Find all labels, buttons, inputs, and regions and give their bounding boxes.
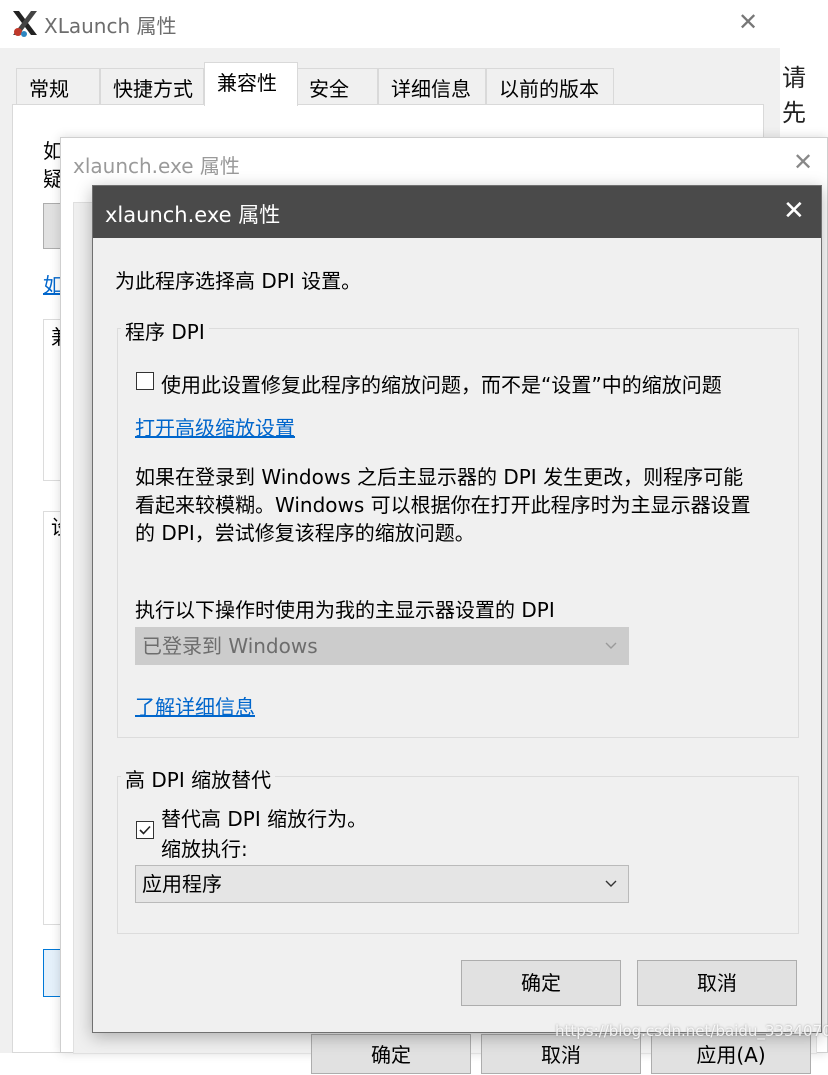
dpi-description-line: 的 DPI，尝试修复该程序的缩放问题。 — [135, 521, 475, 545]
program-dpi-checkbox-label[interactable]: 使用此设置修复此程序的缩放问题，而不是“设置”中的缩放问题 — [161, 369, 722, 398]
dialog-title: xlaunch.exe 属性 — [105, 203, 281, 227]
middle-apply-button[interactable]: 应用(A) — [651, 1034, 811, 1074]
ok-button[interactable]: 确定 — [461, 960, 621, 1006]
watermark: https://blog.csdn.net/baidu_33340703 — [555, 1022, 828, 1040]
bg-titlebar: XLaunch 属性 ✕ — [0, 0, 780, 48]
learn-more-link[interactable]: 了解详细信息 — [135, 691, 255, 720]
scaling-performed-select-value: 应用程序 — [142, 872, 222, 896]
chevron-down-icon — [604, 866, 618, 915]
tab-general[interactable]: 常规 — [16, 68, 100, 104]
tab-compatibility[interactable]: 兼容性 — [204, 62, 298, 106]
dpi-description-line: 看起来较模糊。Windows 可以根据你在打开此程序时为主显示器设置 — [135, 493, 751, 517]
bg-window-title: XLaunch 属性 — [44, 14, 177, 38]
middle-window-title: xlaunch.exe 属性 — [73, 154, 240, 178]
dpi-override-checkbox-label[interactable]: 替代高 DPI 缩放行为。 — [161, 803, 367, 832]
middle-ok-button[interactable]: 确定 — [311, 1034, 471, 1074]
dpi-timing-select-value: 已登录到 Windows — [142, 634, 318, 658]
dialog-intro: 为此程序选择高 DPI 设置。 — [115, 269, 362, 293]
dpi-select-label: 执行以下操作时使用为我的主显示器设置的 DPI — [135, 598, 555, 622]
high-dpi-dialog: xlaunch.exe 属性 ✕ 为此程序选择高 DPI 设置。 程序 DPI … — [92, 185, 822, 1033]
dialog-titlebar: xlaunch.exe 属性 ✕ — [93, 186, 821, 238]
chevron-down-icon — [604, 628, 618, 677]
scaling-performed-select[interactable]: 应用程序 — [135, 865, 629, 903]
tab-details[interactable]: 详细信息 — [378, 68, 486, 104]
right-partial-text: 请先 — [782, 64, 806, 127]
tab-security[interactable]: 安全 — [296, 68, 378, 104]
program-dpi-checkbox[interactable] — [136, 372, 154, 390]
xlaunch-app-icon — [13, 11, 37, 37]
scaling-performed-label: 缩放执行: — [161, 837, 248, 861]
program-dpi-group-label: 程序 DPI — [121, 316, 209, 345]
advanced-scaling-link[interactable]: 打开高级缩放设置 — [135, 412, 295, 441]
tab-shortcut[interactable]: 快捷方式 — [100, 68, 204, 104]
dpi-timing-select: 已登录到 Windows — [135, 627, 629, 665]
cancel-button[interactable]: 取消 — [637, 960, 797, 1006]
checkmark-icon — [139, 825, 151, 835]
dialog-close-icon[interactable]: ✕ — [783, 198, 805, 224]
middle-cancel-button[interactable]: 取消 — [481, 1034, 641, 1074]
tab-previous-versions[interactable]: 以前的版本 — [486, 68, 614, 104]
middle-close-icon[interactable]: ✕ — [793, 150, 813, 174]
dpi-override-group-label: 高 DPI 缩放替代 — [121, 764, 276, 793]
dpi-description-line: 如果在登录到 Windows 之后主显示器的 DPI 发生更改，则程序可能 — [135, 465, 744, 489]
bg-close-icon[interactable]: ✕ — [738, 10, 758, 34]
dpi-override-checkbox[interactable] — [136, 821, 154, 839]
